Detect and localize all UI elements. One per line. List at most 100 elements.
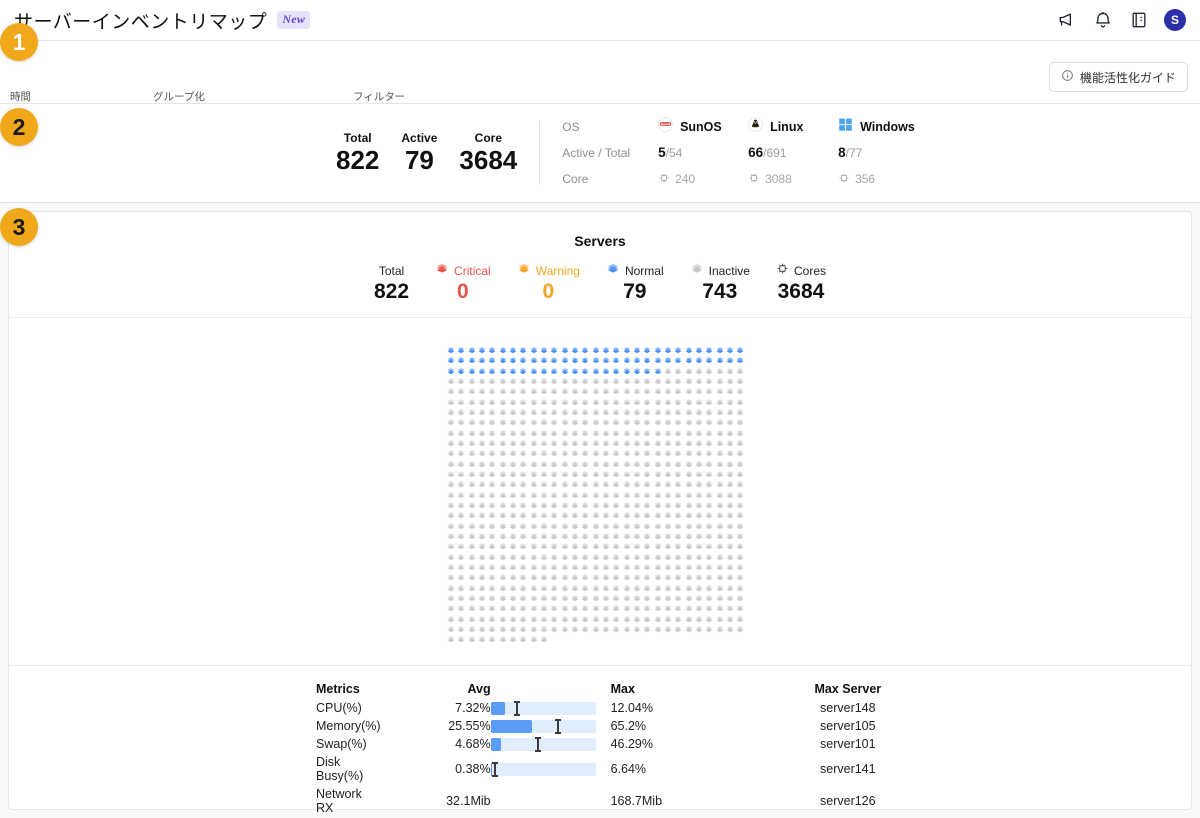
server-dot[interactable] — [446, 569, 456, 581]
server-dot[interactable] — [456, 559, 466, 570]
server-dot[interactable] — [653, 342, 663, 354]
server-dot[interactable] — [549, 487, 559, 498]
server-dot[interactable] — [498, 590, 508, 601]
server-dot[interactable] — [539, 404, 549, 416]
legend-item-normal[interactable]: Normal 79 — [606, 263, 664, 303]
server-dot[interactable] — [467, 466, 477, 478]
server-dot[interactable] — [570, 383, 580, 395]
server-dot[interactable] — [498, 342, 508, 354]
server-dot[interactable] — [673, 394, 683, 405]
server-dot[interactable] — [735, 497, 745, 509]
server-dot[interactable] — [591, 600, 601, 612]
server-dot[interactable] — [570, 497, 580, 509]
server-dot[interactable] — [735, 404, 745, 416]
server-dot[interactable] — [725, 383, 735, 395]
server-dot[interactable] — [735, 538, 745, 550]
server-dot[interactable] — [446, 631, 456, 643]
server-dot[interactable] — [642, 425, 652, 436]
server-dot[interactable] — [715, 507, 725, 519]
server-dot[interactable] — [498, 476, 508, 488]
server-dot[interactable] — [477, 394, 487, 405]
server-dot[interactable] — [673, 518, 683, 529]
server-dot[interactable] — [539, 559, 549, 570]
server-dot[interactable] — [580, 394, 590, 405]
server-dot[interactable] — [642, 445, 652, 457]
server-dot[interactable] — [601, 363, 611, 374]
server-dot[interactable] — [467, 383, 477, 395]
server-dot[interactable] — [487, 559, 497, 570]
server-dot[interactable] — [673, 383, 683, 395]
server-dot[interactable] — [684, 528, 694, 539]
server-dot[interactable] — [673, 487, 683, 498]
server-dot[interactable] — [715, 404, 725, 416]
server-dot[interactable] — [477, 363, 487, 374]
server-dot[interactable] — [642, 580, 652, 591]
server-dot[interactable] — [725, 445, 735, 457]
server-dot[interactable] — [591, 580, 601, 591]
server-dot[interactable] — [622, 497, 632, 509]
server-dot[interactable] — [498, 404, 508, 416]
server-dot[interactable] — [539, 414, 549, 426]
server-dot[interactable] — [591, 373, 601, 385]
server-dot[interactable] — [673, 445, 683, 457]
server-dot[interactable] — [684, 580, 694, 591]
server-dot[interactable] — [508, 569, 518, 581]
server-dot[interactable] — [601, 373, 611, 385]
server-dot[interactable] — [694, 487, 704, 498]
server-dot[interactable] — [684, 476, 694, 488]
server-dot[interactable] — [570, 476, 580, 488]
server-dot[interactable] — [591, 435, 601, 447]
server-dot[interactable] — [725, 590, 735, 601]
server-dot[interactable] — [611, 507, 621, 519]
server-dot[interactable] — [456, 342, 466, 354]
server-dot[interactable] — [642, 497, 652, 509]
server-dot[interactable] — [663, 383, 673, 395]
server-dot[interactable] — [477, 373, 487, 385]
server-dot[interactable] — [456, 425, 466, 436]
server-dot[interactable] — [580, 518, 590, 529]
server-dot[interactable] — [549, 404, 559, 416]
server-dot[interactable] — [632, 549, 642, 560]
server-dot[interactable] — [591, 445, 601, 457]
server-dot[interactable] — [632, 466, 642, 478]
server-dot[interactable] — [632, 518, 642, 529]
server-dot[interactable] — [456, 590, 466, 601]
server-dot[interactable] — [653, 528, 663, 539]
server-dot[interactable] — [508, 600, 518, 612]
server-dot[interactable] — [725, 373, 735, 385]
server-dot[interactable] — [446, 487, 456, 498]
server-dot[interactable] — [477, 549, 487, 560]
server-dot[interactable] — [622, 507, 632, 519]
server-dot[interactable] — [539, 590, 549, 601]
server-dot[interactable] — [632, 580, 642, 591]
server-dot[interactable] — [704, 435, 714, 447]
server-dot[interactable] — [663, 549, 673, 560]
server-dot[interactable] — [663, 404, 673, 416]
server-dot[interactable] — [529, 631, 539, 643]
server-dot[interactable] — [456, 456, 466, 467]
server-dot[interactable] — [663, 487, 673, 498]
server-dot[interactable] — [508, 414, 518, 426]
server-dot[interactable] — [549, 590, 559, 601]
server-dot[interactable] — [725, 342, 735, 354]
server-dot[interactable] — [684, 425, 694, 436]
server-dot[interactable] — [508, 590, 518, 601]
server-dot[interactable] — [694, 590, 704, 601]
server-dot[interactable] — [622, 435, 632, 447]
server-dot[interactable] — [446, 518, 456, 529]
server-dot[interactable] — [477, 590, 487, 601]
server-dot[interactable] — [529, 466, 539, 478]
server-dot[interactable] — [446, 383, 456, 395]
server-dot[interactable] — [570, 487, 580, 498]
server-dot[interactable] — [477, 476, 487, 488]
server-dot[interactable] — [673, 600, 683, 612]
server-dot[interactable] — [477, 600, 487, 612]
server-dot[interactable] — [549, 435, 559, 447]
server-dot[interactable] — [467, 549, 477, 560]
server-dot[interactable] — [611, 590, 621, 601]
server-dot[interactable] — [601, 383, 611, 395]
server-dot[interactable] — [580, 590, 590, 601]
server-dot[interactable] — [467, 569, 477, 581]
server-dot[interactable] — [684, 435, 694, 447]
server-dot[interactable] — [735, 435, 745, 447]
